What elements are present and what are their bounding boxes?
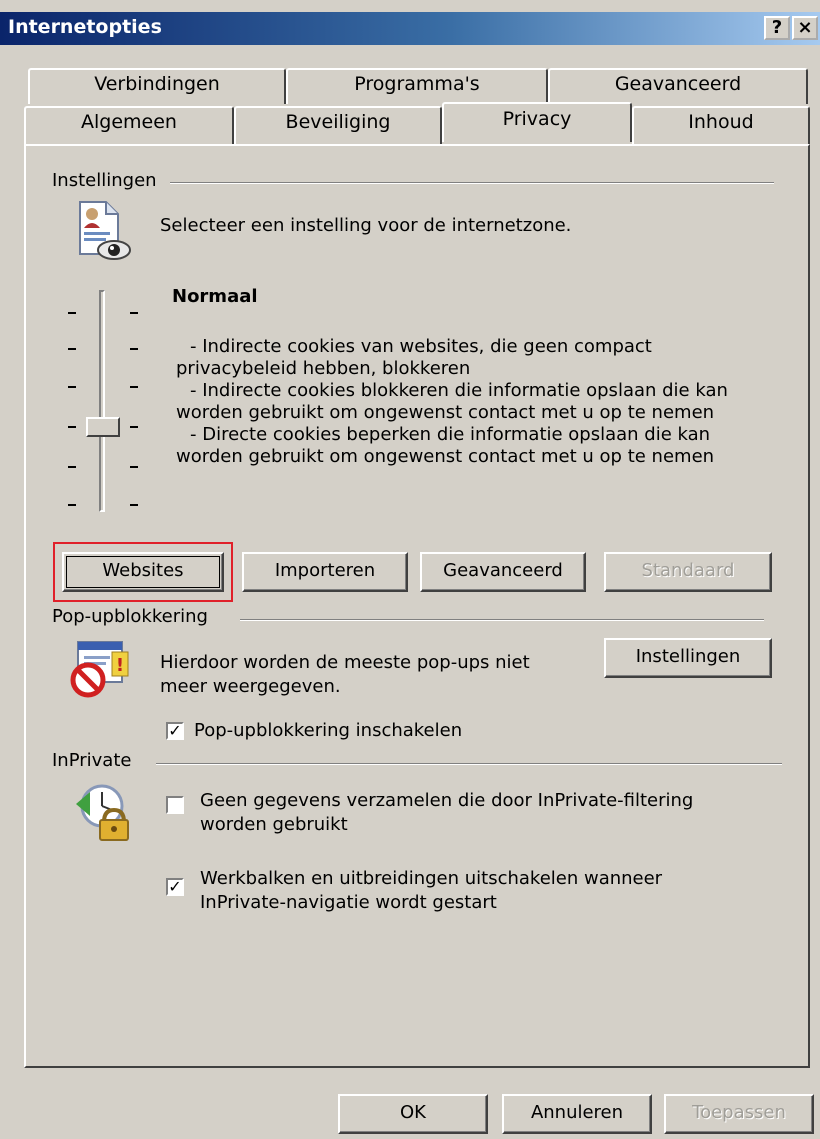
disable-toolbars-checkbox[interactable]: ✓ — [166, 878, 184, 896]
popup-group-label: Pop-upblokkering — [52, 606, 214, 627]
privacy-level-desc-line: privacybeleid hebben, blokkeren — [176, 358, 471, 379]
svg-text:!: ! — [116, 655, 124, 676]
websites-button[interactable]: Websites — [62, 552, 224, 592]
slider-tick — [130, 504, 138, 506]
slider-tick — [130, 348, 138, 350]
popup-desc-line: Hierdoor worden de meeste pop-ups niet — [160, 652, 530, 673]
default-button[interactable]: Standaard — [604, 552, 772, 592]
popup-group-divider — [240, 619, 764, 621]
slider-tick — [130, 312, 138, 314]
popup-blocker-icon: ! — [66, 636, 132, 698]
import-button[interactable]: Importeren — [242, 552, 408, 592]
inprivate-group-divider — [156, 763, 782, 765]
slider-tick — [68, 312, 76, 314]
slider-tick — [130, 466, 138, 468]
slider-tick — [130, 426, 138, 428]
privacy-level-title: Normaal — [172, 286, 258, 307]
slider-tick — [68, 504, 76, 506]
panel-content: Instellingen Selecteer een instelling vo… — [0, 0, 820, 1139]
privacy-level-desc-line: - Indirecte cookies van websites, die ge… — [190, 336, 652, 357]
slider-tick — [68, 348, 76, 350]
advanced-button[interactable]: Geavanceerd — [420, 552, 586, 592]
slider-tick — [68, 426, 76, 428]
internet-options-dialog: Internetopties ? × Verbindingen Programm… — [0, 0, 820, 1139]
privacy-level-desc-line: - Indirecte cookies blokkeren die inform… — [190, 380, 728, 401]
slider-track — [99, 290, 105, 512]
popup-settings-button[interactable]: Instellingen — [604, 638, 772, 678]
slider-tick — [68, 386, 76, 388]
privacy-level-desc-line: worden gebruikt om ongewenst contact met… — [176, 402, 715, 423]
slider-tick — [130, 386, 138, 388]
popup-blocker-checkbox-label[interactable]: Pop-upblokkering inschakelen — [194, 720, 462, 742]
privacy-level-desc-line: - Directe cookies beperken die informati… — [190, 424, 711, 445]
inprivate-lock-icon — [72, 780, 134, 842]
privacy-level-desc-line: worden gebruikt om ongewenst contact met… — [176, 446, 715, 467]
settings-intro-text: Selecteer een instelling voor de interne… — [160, 215, 572, 236]
slider-tick — [68, 466, 76, 468]
popup-desc-line: meer weergegeven. — [160, 676, 341, 697]
privacy-document-eye-icon — [72, 200, 132, 262]
ok-button[interactable]: OK — [338, 1094, 488, 1134]
apply-button[interactable]: Toepassen — [664, 1094, 814, 1134]
disable-toolbars-label[interactable]: InPrivate-navigatie wordt gestart — [200, 892, 497, 914]
disable-toolbars-label[interactable]: Werkbalken en uitbreidingen uitschakelen… — [200, 868, 662, 890]
inprivate-filtering-label[interactable]: Geen gegevens verzamelen die door InPriv… — [200, 790, 693, 812]
popup-blocker-checkbox[interactable]: ✓ — [166, 722, 184, 740]
settings-group-divider — [170, 182, 774, 184]
slider-thumb[interactable] — [86, 417, 120, 437]
inprivate-filtering-label[interactable]: worden gebruikt — [200, 814, 348, 836]
cancel-button[interactable]: Annuleren — [502, 1094, 652, 1134]
inprivate-group-label: InPrivate — [52, 750, 138, 771]
inprivate-filtering-checkbox[interactable] — [166, 796, 184, 814]
settings-group-label: Instellingen — [52, 170, 163, 191]
